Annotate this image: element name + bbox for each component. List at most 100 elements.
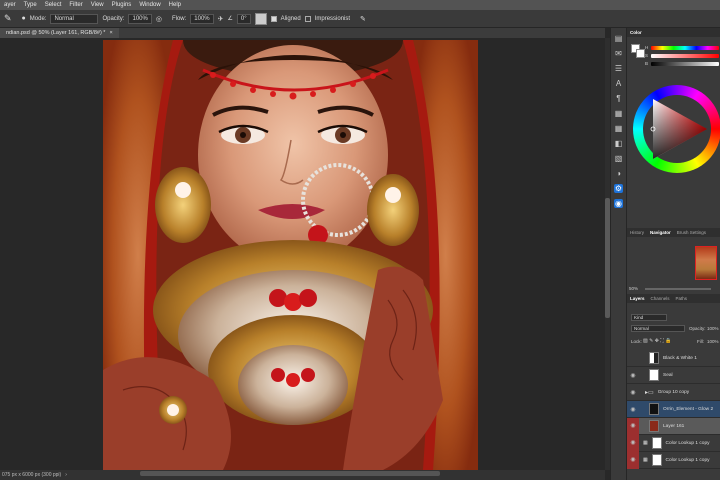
mode-select[interactable]: Normal <box>50 13 99 24</box>
layers-panel: Layers Channels Paths Kind Normal Opacit… <box>626 294 720 480</box>
layer-mask-thumb <box>651 454 662 466</box>
fill-value[interactable]: 100% <box>707 339 719 344</box>
angle-field[interactable]: 0° <box>236 13 251 24</box>
layer-row[interactable]: ◉ Seal <box>627 367 720 384</box>
character-icon[interactable]: A <box>614 79 623 88</box>
close-icon[interactable]: × <box>109 30 112 36</box>
layer-name: Color Lookup 1 copy <box>665 457 710 463</box>
tab-channels[interactable]: Channels <box>651 296 670 301</box>
menu-select[interactable]: Select <box>41 0 66 10</box>
navigator-zoom[interactable]: 50% <box>629 286 638 291</box>
layer-filter-kind[interactable]: Kind <box>631 314 667 321</box>
menu-filter[interactable]: Filter <box>65 0 86 10</box>
grid-icon[interactable]: ▦ <box>614 124 623 133</box>
tab-layers[interactable]: Layers <box>630 296 645 301</box>
layer-blend-mode[interactable]: Normal <box>631 325 685 332</box>
menu-window[interactable]: Window <box>135 0 164 10</box>
brightness-label: B <box>645 61 649 66</box>
eye-icon[interactable]: ◉ <box>627 451 639 469</box>
eye-icon[interactable]: ◉ <box>627 406 639 413</box>
fill-label: Fill: <box>697 339 704 344</box>
eye-icon[interactable]: ◉ <box>627 417 639 435</box>
layer-row[interactable]: ◉ ▦ Color Lookup 1 copy <box>627 451 720 469</box>
impressionist-label: Impressionist <box>314 15 351 22</box>
saturation-slider[interactable] <box>651 54 719 58</box>
saturation-label: S <box>645 53 649 58</box>
document-tab-bar: ndian.psd @ 50% (Layer 161, RGB/8#) * × <box>0 28 605 38</box>
aligned-checkbox[interactable] <box>270 15 277 22</box>
folder-icon[interactable]: ▸▭ <box>645 389 654 396</box>
brightness-slider[interactable] <box>651 62 719 66</box>
layer-opacity-value[interactable]: 100% <box>707 326 719 331</box>
pressure-opacity-icon[interactable]: ◎ <box>156 15 162 23</box>
layer-row-selected[interactable]: ◉ Layer 161 <box>627 417 720 435</box>
chat-icon[interactable]: ✉ <box>614 49 623 58</box>
layer-thumb <box>649 403 659 415</box>
document-tab[interactable]: ndian.psd @ 50% (Layer 161, RGB/8#) * × <box>0 28 119 38</box>
properties-icon[interactable]: ☰ <box>614 64 623 73</box>
navigator-panel: History Navigator Brush Settings 50% <box>626 228 720 294</box>
tab-color[interactable]: Color <box>630 30 642 35</box>
opacity-field[interactable]: 100% <box>128 13 152 24</box>
layer-name: Layer 161 <box>663 423 685 429</box>
hue-slider[interactable] <box>651 46 719 50</box>
tab-paths[interactable]: Paths <box>676 296 688 301</box>
document-tab-title: ndian.psd @ 50% (Layer 161, RGB/8#) * <box>6 30 106 36</box>
layer-row[interactable]: ◉ Orrin_Element - Glow 2 <box>627 401 720 418</box>
airbrush-icon[interactable]: ✈ <box>218 15 224 23</box>
layer-row[interactable]: ◉ ▦ Color Lookup 1 copy <box>627 434 720 452</box>
styles-icon[interactable]: ◑ <box>614 169 623 178</box>
layer-row[interactable]: ◉ ▸▭ Group 10 copy <box>627 384 720 401</box>
brush-preset-icon[interactable]: ● <box>22 15 26 22</box>
pressure-size-icon[interactable] <box>254 12 267 25</box>
layer-thumb <box>649 369 659 381</box>
eye-icon[interactable]: ◉ <box>627 434 639 452</box>
background-swatch[interactable] <box>636 49 645 58</box>
layer-row[interactable]: Black & White 1 <box>627 350 720 367</box>
impressionist-checkbox[interactable] <box>304 15 311 22</box>
navigator-zoom-slider[interactable] <box>645 288 711 290</box>
tool-options-bar: ✎ ● Mode: Normal Opacity: 100% ◎ Flow: 1… <box>0 10 720 28</box>
navigator-thumbnail[interactable] <box>695 246 717 280</box>
layer-thumb <box>649 420 659 432</box>
opacity-label: Opacity: <box>102 15 125 22</box>
horizontal-scroll-thumb[interactable] <box>140 471 440 476</box>
menu-plugins[interactable]: Plugins <box>108 0 136 10</box>
menu-type[interactable]: Type <box>20 0 41 10</box>
menu-layer[interactable]: ayer <box>0 0 20 10</box>
comments-icon[interactable]: ▤ <box>614 34 623 43</box>
paragraph-icon[interactable]: ¶ <box>614 94 623 103</box>
artwork-image <box>103 40 478 470</box>
chevron-right-icon[interactable]: › <box>65 472 67 478</box>
adjustments-icon[interactable]: ◧ <box>614 139 623 148</box>
adjustment-thumb <box>649 352 659 364</box>
swatches-icon[interactable]: ▦ <box>614 109 623 118</box>
tab-history[interactable]: History <box>630 230 644 235</box>
color-panel: Color H S B <box>626 28 720 228</box>
libraries-icon[interactable]: ▧ <box>614 154 623 163</box>
color-wheel[interactable] <box>633 85 720 173</box>
canvas-area[interactable] <box>0 38 605 470</box>
eye-icon[interactable]: ◉ <box>627 372 639 379</box>
brush-settings-icon[interactable]: ✎ <box>360 15 366 23</box>
clone-stamp-icon[interactable]: ✎ <box>4 13 12 24</box>
eye-icon[interactable]: ◉ <box>627 389 639 396</box>
navigator-icon[interactable]: ⚙ <box>614 184 623 193</box>
layer-opacity-label: Opacity: <box>689 326 706 331</box>
tab-brush-settings[interactable]: Brush Settings <box>677 230 706 235</box>
tab-navigator[interactable]: Navigator <box>650 230 671 235</box>
lock-icons[interactable]: ▨ ✎ ✥ ⛶ 🔒 <box>643 338 671 344</box>
layer-name: Color Lookup 1 copy <box>665 440 710 446</box>
lock-label: Lock: <box>631 339 642 344</box>
color-triangle[interactable] <box>643 95 711 163</box>
flow-field[interactable]: 100% <box>190 13 214 24</box>
layers-icon[interactable]: ◉ <box>614 199 623 208</box>
color-wheel-center <box>643 95 711 163</box>
angle-icon: ∠ <box>227 16 233 22</box>
panel-icon-strip: ▤ ✉ ☰ A ¶ ▦ ▦ ◧ ▧ ◑ ⚙ ◉ <box>610 28 626 480</box>
adjustment-icon: ▦ <box>643 440 648 446</box>
color-panel-tabs: Color <box>627 28 720 37</box>
menu-help[interactable]: Help <box>165 0 185 10</box>
menu-view[interactable]: View <box>87 0 108 10</box>
layers-panel-tabs: Layers Channels Paths <box>627 294 720 303</box>
